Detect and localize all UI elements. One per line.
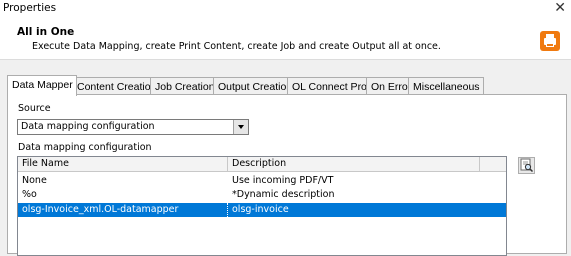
browse-config-icon <box>520 158 534 173</box>
table-row[interactable]: %o *Dynamic description <box>18 188 506 202</box>
source-label: Source <box>18 103 51 114</box>
printer-icon <box>540 31 560 51</box>
column-header-filler <box>480 157 506 172</box>
config-table-header: File Name Description <box>18 157 506 172</box>
source-select[interactable]: Data mapping configuration <box>17 119 249 135</box>
cell-description: olsg-invoice <box>232 204 289 215</box>
cell-file-name: olsg-Invoice_xml.OL-datamapper <box>18 203 228 217</box>
header-description: Execute Data Mapping, create Print Conte… <box>32 41 441 52</box>
cell-description: Use incoming PDF/VT <box>232 175 334 186</box>
table-row-selected[interactable]: olsg-Invoice_xml.OL-datamapper olsg-invo… <box>18 203 506 217</box>
table-row[interactable]: None Use incoming PDF/VT <box>18 174 506 188</box>
column-header-description[interactable]: Description <box>228 157 480 172</box>
column-header-file-name[interactable]: File Name <box>18 157 228 172</box>
close-icon[interactable]: ✕ <box>554 0 566 16</box>
data-mapper-panel: Source Data mapping configuration Data m… <box>7 94 567 256</box>
source-select-value: Data mapping configuration <box>21 121 155 132</box>
window-titlebar: Properties ✕ <box>0 0 571 20</box>
tab-content-creation[interactable]: Content Creation <box>72 77 161 95</box>
window-title: Properties <box>3 2 57 14</box>
tab-output-creation[interactable]: Output Creation <box>213 77 297 95</box>
cell-file-name: None <box>22 175 47 186</box>
config-list-label: Data mapping configuration <box>18 142 152 153</box>
tab-miscellaneous[interactable]: Miscellaneous <box>408 77 484 95</box>
header-title: All in One <box>17 26 75 38</box>
chevron-down-icon[interactable] <box>233 120 248 134</box>
tab-job-creation[interactable]: Job Creation <box>150 77 219 95</box>
dialog-header: All in One Execute Data Mapping, create … <box>0 20 571 60</box>
tab-data-mapper[interactable]: Data Mapper <box>7 75 77 96</box>
config-table[interactable]: File Name Description None Use incoming … <box>17 156 507 256</box>
cell-file-name: %o <box>22 189 37 200</box>
cell-description: *Dynamic description <box>232 189 335 200</box>
browse-config-button[interactable] <box>518 157 535 174</box>
